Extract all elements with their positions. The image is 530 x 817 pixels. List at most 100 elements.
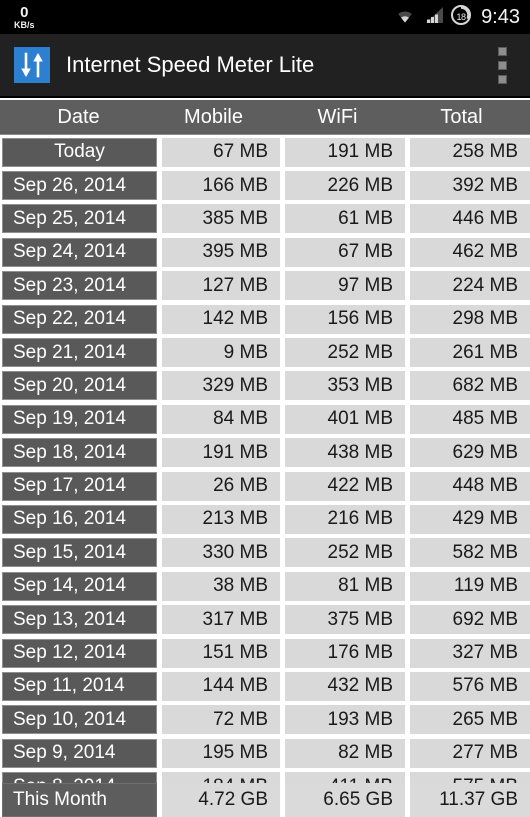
table-row[interactable]: Sep 14, 2014 38 MB 81 MB 119 MB [0,569,530,602]
cell-date: Sep 26, 2014 [2,171,157,201]
status-bar: 0 KB/s 18 9:43 [0,0,530,34]
table-row[interactable]: Sep 18, 2014 191 MB 438 MB 629 MB [0,436,530,469]
column-header-wifi[interactable]: WiFi [280,107,405,127]
cell-mobile: 26 MB [162,471,280,501]
cell-date: Sep 12, 2014 [2,638,157,668]
app-root: 0 KB/s 18 9:43 Internet Speed Meter Lite… [0,0,530,817]
cell-date: Sep 23, 2014 [2,271,157,301]
monthly-total-wifi: 6.65 GB [285,783,405,817]
cell-wifi: 67 MB [285,237,405,267]
monthly-total-mobile: 4.72 GB [162,783,280,817]
cell-total: 485 MB [410,404,530,434]
cell-mobile: 385 MB [162,204,280,234]
cell-mobile: 72 MB [162,705,280,735]
network-speed-indicator: 0 KB/s [14,5,35,30]
cell-date: Today [2,137,157,167]
cell-date: Sep 17, 2014 [2,471,157,501]
cell-total: 265 MB [410,705,530,735]
cell-wifi: 438 MB [285,438,405,468]
cell-date: Sep 14, 2014 [2,571,157,601]
table-row[interactable]: Sep 17, 2014 26 MB 422 MB 448 MB [0,469,530,502]
cell-wifi: 176 MB [285,638,405,668]
column-header-date[interactable]: Date [0,107,157,127]
column-header-mobile[interactable]: Mobile [157,107,280,127]
table-row[interactable]: Sep 26, 2014 166 MB 226 MB 392 MB [0,168,530,201]
table-row[interactable]: Sep 24, 2014 395 MB 67 MB 462 MB [0,235,530,268]
cell-total: 576 MB [410,671,530,701]
cell-total: 582 MB [410,538,530,568]
cell-wifi: 61 MB [285,204,405,234]
table-row[interactable]: Sep 10, 2014 72 MB 193 MB 265 MB [0,703,530,736]
cell-date: Sep 15, 2014 [2,538,157,568]
overflow-dot [497,74,507,84]
table-row[interactable]: Sep 16, 2014 213 MB 216 MB 429 MB [0,502,530,535]
cell-date: Sep 20, 2014 [2,371,157,401]
monthly-total-total: 11.37 GB [410,783,530,817]
cell-mobile: 151 MB [162,638,280,668]
table-row[interactable]: Sep 11, 2014 144 MB 432 MB 576 MB [0,669,530,702]
table-row[interactable]: Sep 12, 2014 151 MB 176 MB 327 MB [0,636,530,669]
cell-total: 446 MB [410,204,530,234]
cell-mobile: 144 MB [162,671,280,701]
cell-mobile: 191 MB [162,438,280,468]
cell-wifi: 193 MB [285,705,405,735]
cell-total: 224 MB [410,271,530,301]
usage-table[interactable]: Date Mobile WiFi Total Today 67 MB 191 MB 2… [0,100,530,817]
cell-total: 119 MB [410,571,530,601]
cell-mobile: 127 MB [162,271,280,301]
internet-speed-meter-icon [14,47,50,83]
cell-wifi: 82 MB [285,738,405,768]
monthly-total-row: This Month 4.72 GB 6.65 GB 11.37 GB [0,783,530,817]
cell-total: 462 MB [410,237,530,267]
status-bar-clock: 9:43 [481,5,520,28]
cell-mobile: 67 MB [162,137,280,167]
cell-total: 298 MB [410,304,530,334]
table-header-row: Date Mobile WiFi Total [0,100,530,135]
cell-wifi: 191 MB [285,137,405,167]
table-row[interactable]: Sep 25, 2014 385 MB 61 MB 446 MB [0,202,530,235]
cell-mobile: 317 MB [162,605,280,635]
cell-date: Sep 22, 2014 [2,304,157,334]
cell-wifi: 156 MB [285,304,405,334]
cell-wifi: 252 MB [285,338,405,368]
table-row[interactable]: Sep 23, 2014 127 MB 97 MB 224 MB [0,269,530,302]
table-row[interactable]: Sep 19, 2014 84 MB 401 MB 485 MB [0,402,530,435]
cell-date: Sep 24, 2014 [2,237,157,267]
cell-date: Sep 21, 2014 [2,338,157,368]
table-row[interactable]: Sep 20, 2014 329 MB 353 MB 682 MB [0,369,530,402]
table-row[interactable]: Sep 9, 2014 195 MB 82 MB 277 MB [0,736,530,769]
cell-wifi: 401 MB [285,404,405,434]
cell-mobile: 84 MB [162,404,280,434]
cell-wifi: 97 MB [285,271,405,301]
cell-total: 682 MB [410,371,530,401]
cell-wifi: 226 MB [285,171,405,201]
cell-date: Sep 10, 2014 [2,705,157,735]
table-row[interactable]: Sep 13, 2014 317 MB 375 MB 692 MB [0,602,530,635]
network-speed-value: 0 [20,3,29,21]
cell-mobile: 9 MB [162,338,280,368]
cell-total: 258 MB [410,137,530,167]
table-row[interactable]: Today 67 MB 191 MB 258 MB [0,135,530,168]
cell-mobile: 329 MB [162,371,280,401]
table-row[interactable]: Sep 22, 2014 142 MB 156 MB 298 MB [0,302,530,335]
overflow-menu-icon[interactable] [482,37,522,93]
cell-date: Sep 18, 2014 [2,438,157,468]
table-row[interactable]: Sep 21, 2014 9 MB 252 MB 261 MB [0,335,530,368]
cell-total: 277 MB [410,738,530,768]
column-header-total[interactable]: Total [405,107,530,127]
status-bar-icons: 18 9:43 [394,4,520,30]
cell-total: 261 MB [410,338,530,368]
cell-date: Sep 13, 2014 [2,605,157,635]
cell-mobile: 38 MB [162,571,280,601]
table-row[interactable]: Sep 15, 2014 330 MB 252 MB 582 MB [0,536,530,569]
action-bar: Internet Speed Meter Lite [0,34,530,98]
cell-wifi: 432 MB [285,671,405,701]
table-body[interactable]: Today 67 MB 191 MB 258 MB Sep 26, 2014 166 MB… [0,135,530,803]
cell-total: 629 MB [410,438,530,468]
cell-total: 692 MB [410,605,530,635]
cell-mobile: 166 MB [162,171,280,201]
cell-wifi: 353 MB [285,371,405,401]
cell-total: 429 MB [410,504,530,534]
cell-total: 448 MB [410,471,530,501]
cell-date: Sep 16, 2014 [2,504,157,534]
